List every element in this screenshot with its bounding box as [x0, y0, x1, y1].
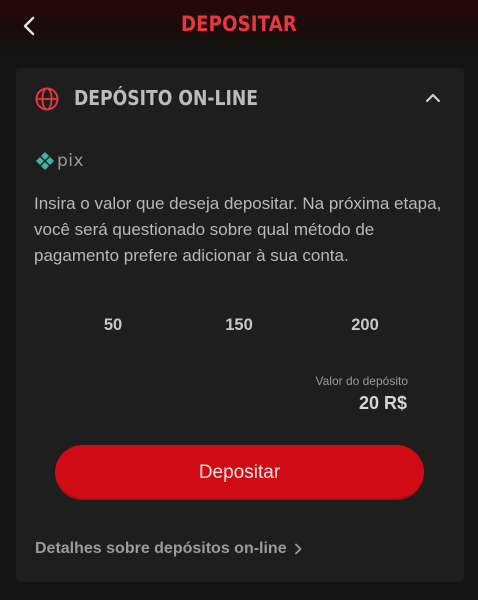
deposit-button[interactable]: Depositar — [55, 445, 424, 500]
chevron-right-icon — [294, 543, 302, 555]
pix-logo: pix — [35, 151, 84, 171]
deposit-value: 20 R$ — [358, 393, 407, 413]
deposit-details-label: Detalhes sobre depósitos on-line — [35, 540, 287, 557]
description-text: Insira o valor que deseja depositar. Na … — [34, 194, 442, 265]
top-bar: DEPOSITAR — [0, 0, 478, 52]
page-title: DEPOSITAR — [180, 12, 297, 36]
amount-option-50[interactable]: 50 — [58, 308, 168, 342]
deposit-details-link[interactable]: Detalhes sobre depósitos on-line — [35, 540, 302, 558]
amount-option-150[interactable]: 150 — [184, 308, 294, 342]
amount-option-200[interactable]: 200 — [310, 308, 420, 342]
section-title: DEPÓSITO ON-LINE — [74, 86, 259, 110]
amount-options: 50 150 200 — [16, 308, 464, 342]
deposit-value-label: Valor do depósito — [315, 374, 408, 388]
globe-icon — [35, 87, 59, 111]
pix-label: pix — [57, 150, 85, 171]
chevron-up-icon[interactable] — [424, 90, 442, 104]
deposit-button-label: Depositar — [198, 461, 281, 483]
deposit-card: DEPÓSITO ON-LINE pix Insira o valor que … — [16, 68, 464, 582]
section-header[interactable]: DEPÓSITO ON-LINE — [16, 68, 464, 130]
pix-logo-icon — [36, 152, 54, 170]
